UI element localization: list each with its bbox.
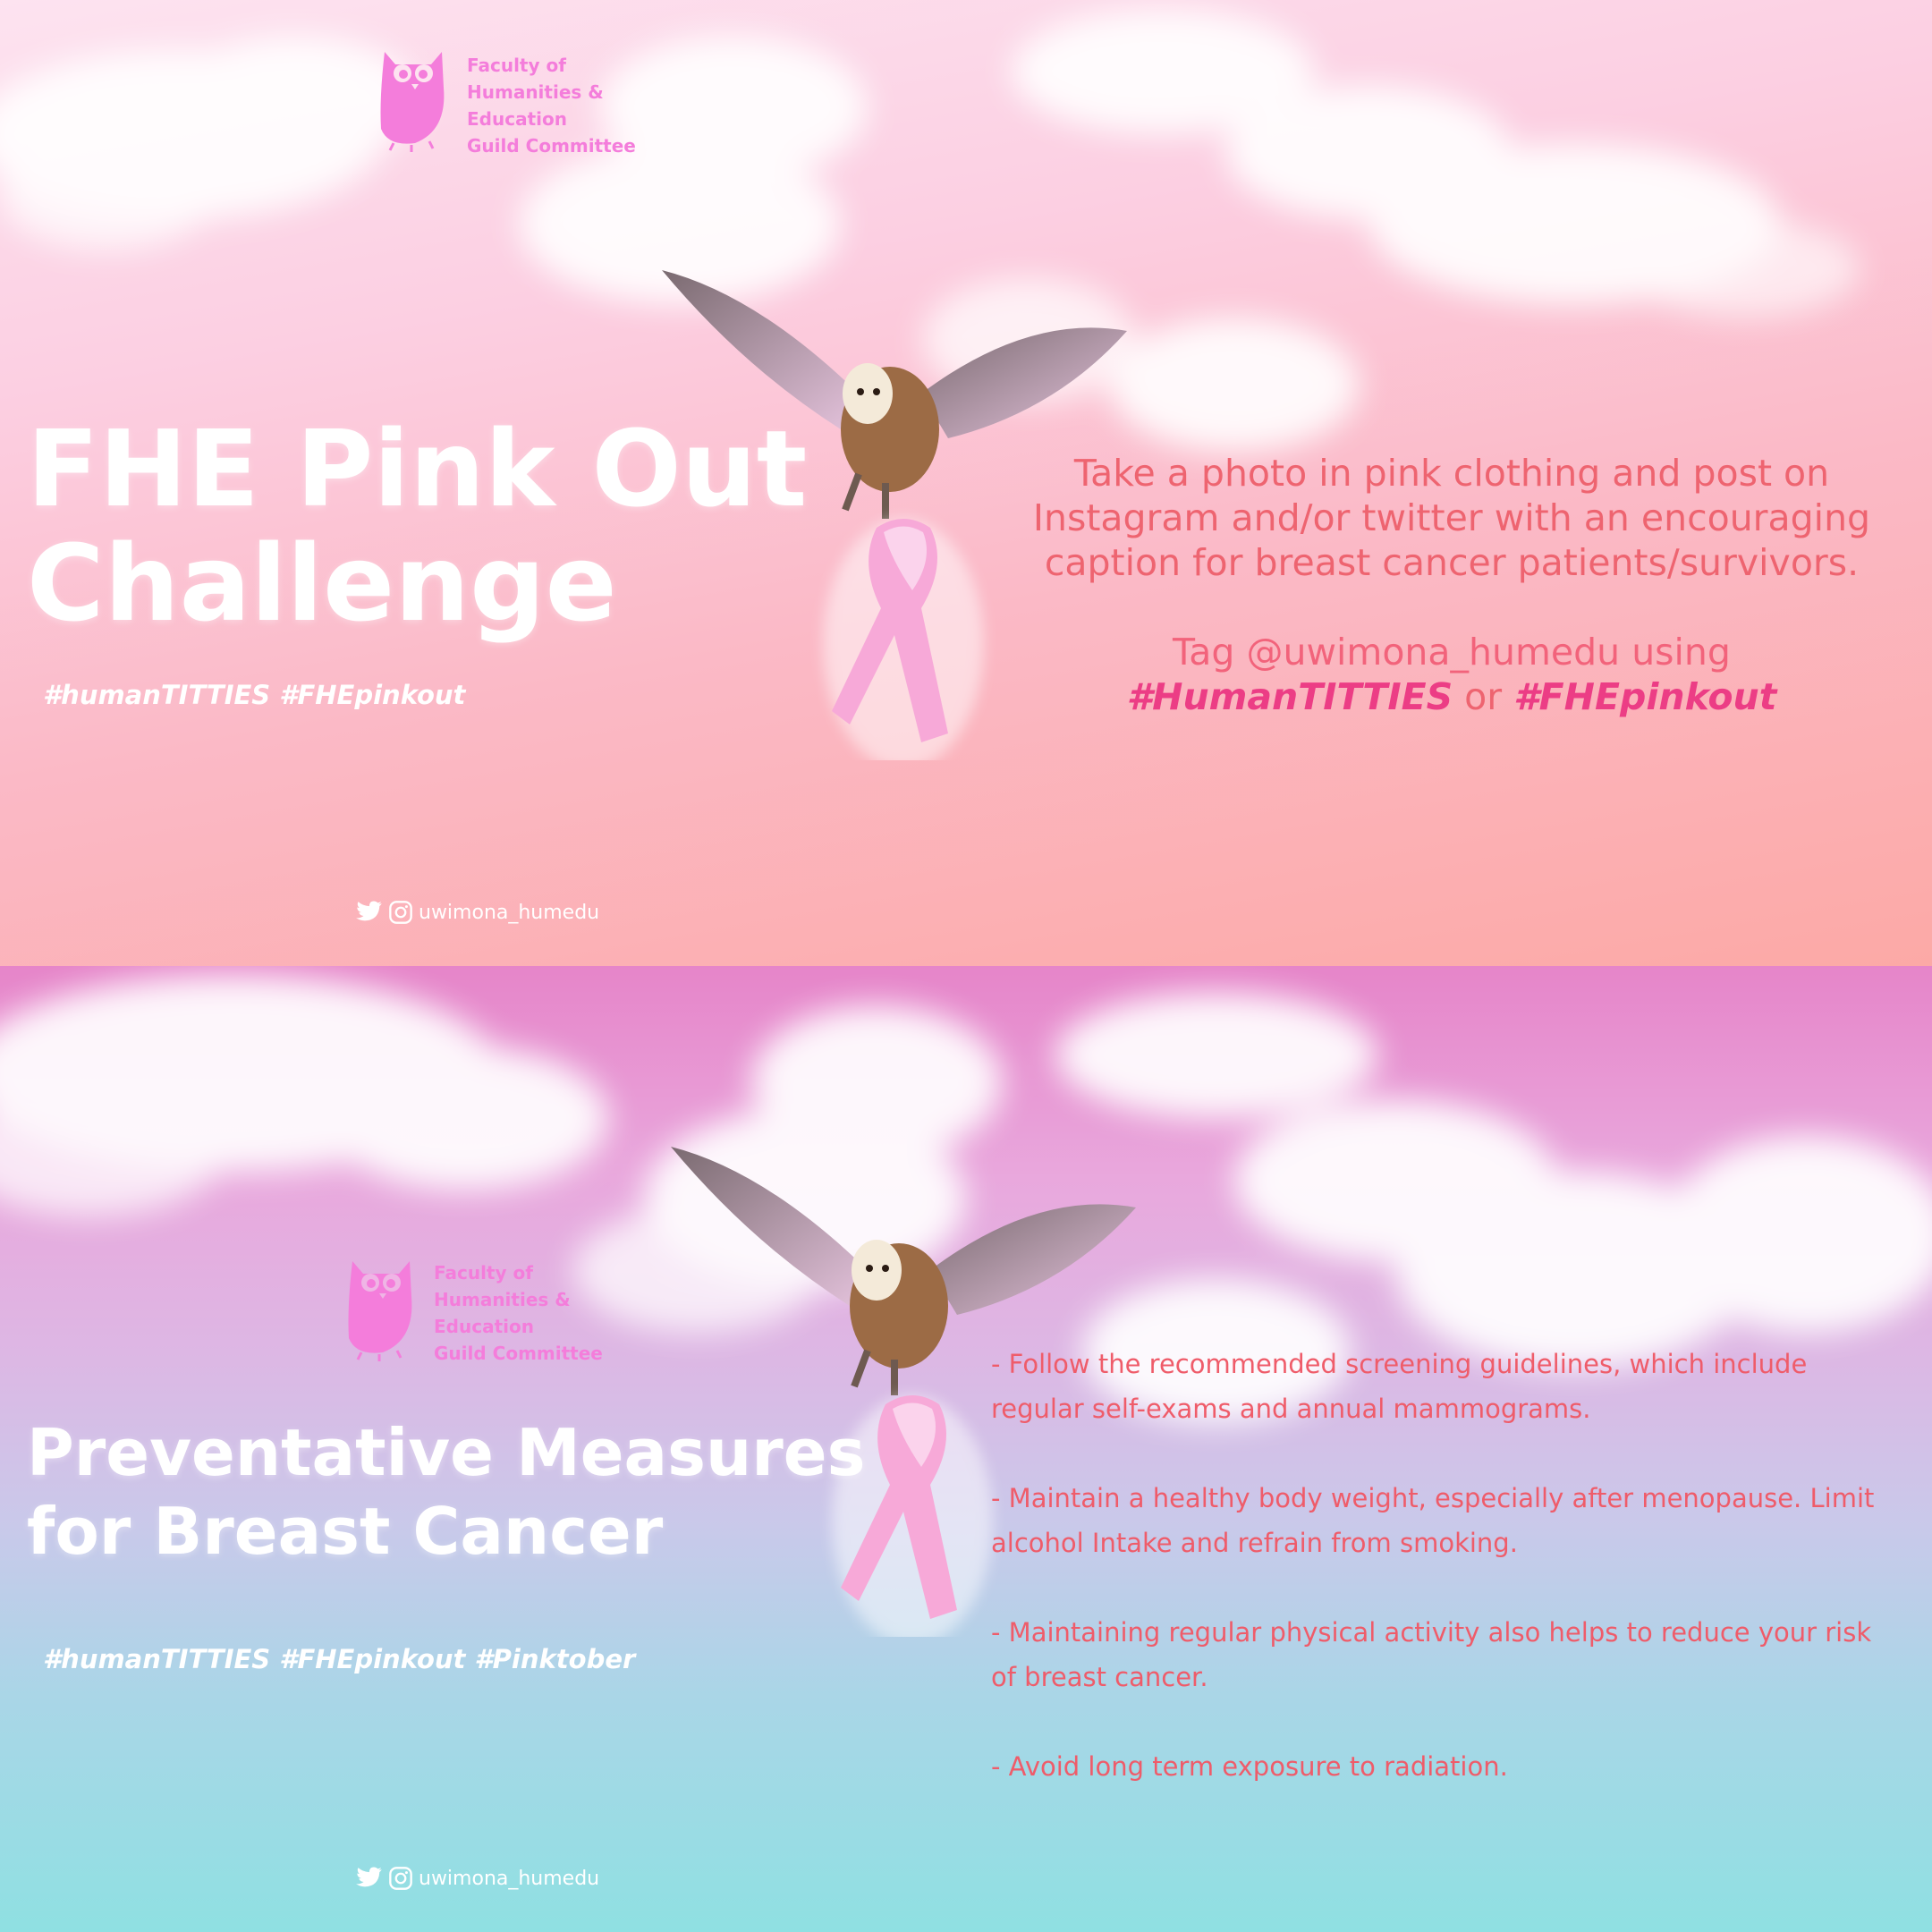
- twitter-icon: [356, 1867, 382, 1887]
- hashtag-fhepinkout: #FHEpinkout: [1513, 675, 1777, 718]
- social-handle-text: uwimona_humedu: [419, 901, 600, 924]
- social-handle: uwimona_humedu: [356, 1866, 599, 1891]
- tip-item: - Avoid long term exposure to radiation.: [991, 1751, 1508, 1782]
- tag-prefix: Tag @uwimona_humedu using: [1173, 631, 1731, 674]
- owl-logo-icon: [348, 1261, 412, 1361]
- faculty-logo-text: Faculty of Humanities & Education Guild …: [434, 1262, 603, 1364]
- challenge-instructions: Take a photo in pink clothing and post o…: [982, 451, 1921, 719]
- instagram-icon: [389, 901, 412, 924]
- tag-hashtags: #HumanTITTIES or #FHEpinkout: [982, 674, 1921, 719]
- instruction-line: Take a photo in pink clothing and post o…: [1073, 452, 1830, 495]
- hashtags: #humanTITTIES #FHEpinkout #Pinktober: [43, 1644, 636, 1674]
- instruction-line: caption for breast cancer patients/survi…: [1044, 541, 1860, 584]
- tip-item: - Follow the recommended screening guide…: [991, 1349, 1808, 1424]
- preventative-measures-panel: Faculty of Humanities & Education Guild …: [0, 966, 1932, 1932]
- twitter-icon: [356, 901, 382, 921]
- social-handle-text: uwimona_humedu: [419, 1867, 600, 1890]
- pink-out-challenge-panel: Faculty of Humanities & Education Guild …: [0, 0, 1932, 966]
- instagram-icon: [389, 1867, 412, 1890]
- prevention-tips: - Follow the recommended screening guide…: [991, 1342, 1903, 1834]
- tip-item: - Maintaining regular physical activity …: [991, 1617, 1872, 1692]
- faculty-logo-text: Faculty of Humanities & Education Guild …: [467, 55, 636, 157]
- social-handle: uwimona_humedu: [356, 900, 599, 925]
- instruction-line: Instagram and/or twitter with an encoura…: [1032, 496, 1871, 539]
- hashtags: #humanTITTIES #FHEpinkout: [43, 680, 466, 710]
- tip-item: - Maintain a healthy body weight, especi…: [991, 1483, 1875, 1558]
- hashtag-humantitties: #HumanTITTIES: [1126, 675, 1453, 718]
- tag-or: or: [1453, 675, 1514, 718]
- owl-logo-icon: [380, 52, 445, 152]
- tag-line: Tag @uwimona_humedu using: [982, 630, 1921, 674]
